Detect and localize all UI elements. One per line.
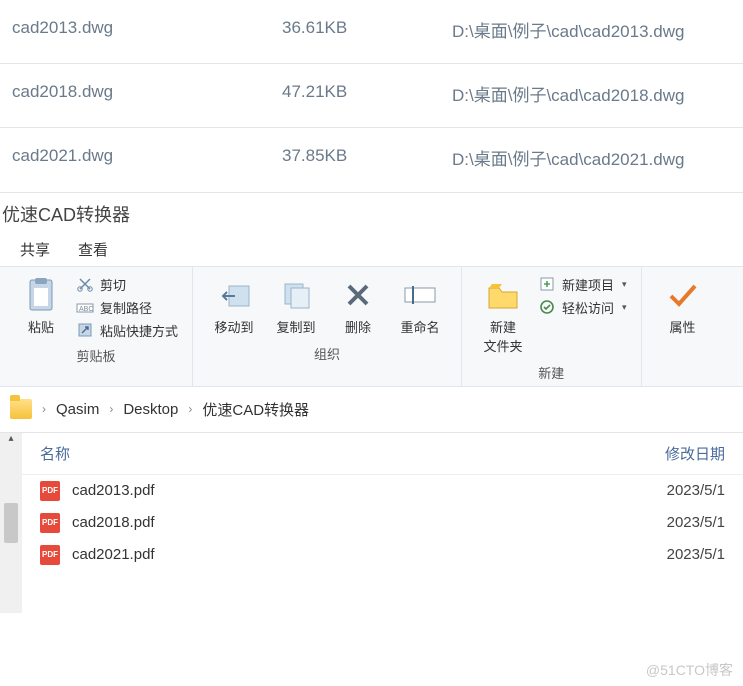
- table-row: cad2021.dwg 37.85KB D:\桌面\例子\cad\cad2021…: [0, 128, 743, 192]
- clipboard-icon: [23, 277, 59, 313]
- properties-button[interactable]: 属性: [652, 273, 714, 340]
- group-new: 新建 文件夹 新建项目▾ 轻松访问▾ 新建: [462, 267, 642, 386]
- file-size: 36.61KB: [282, 18, 452, 45]
- column-headers[interactable]: 名称 修改日期: [22, 433, 743, 475]
- folder-icon: [485, 277, 521, 313]
- file-date: 2023/5/1: [625, 546, 725, 563]
- group-label: 组织: [203, 340, 451, 365]
- file-name: cad2021.pdf: [72, 546, 625, 563]
- paste-label: 粘贴: [28, 317, 54, 336]
- easy-access-button[interactable]: 轻松访问▾: [538, 298, 627, 317]
- chevron-down-icon: ▾: [622, 302, 627, 313]
- col-name[interactable]: 名称: [40, 443, 665, 464]
- move-icon: [216, 277, 252, 313]
- easy-access-icon: [538, 298, 556, 316]
- file-name: cad2018.dwg: [12, 82, 282, 109]
- pdf-icon: PDF: [40, 513, 60, 533]
- list-item[interactable]: PDF cad2021.pdf 2023/5/1: [22, 539, 743, 571]
- cut-button[interactable]: 剪切: [76, 275, 178, 294]
- breadcrumb[interactable]: › Qasim › Desktop › 优速CAD转换器: [0, 387, 743, 432]
- chevron-down-icon: ▾: [622, 279, 627, 290]
- chevron-right-icon: ›: [188, 402, 192, 416]
- new-item-button[interactable]: 新建项目▾: [538, 275, 627, 294]
- group-label: 新建: [472, 359, 631, 384]
- file-date: 2023/5/1: [625, 514, 725, 531]
- list-item[interactable]: PDF cad2018.pdf 2023/5/1: [22, 507, 743, 539]
- tab-view[interactable]: 查看: [78, 239, 108, 260]
- breadcrumb-item[interactable]: Desktop: [123, 401, 178, 418]
- table-row: cad2013.dwg 36.61KB D:\桌面\例子\cad\cad2013…: [0, 0, 743, 64]
- copy-to-button[interactable]: 复制到: [265, 273, 327, 340]
- pdf-icon: PDF: [40, 481, 60, 501]
- breadcrumb-item[interactable]: Qasim: [56, 401, 99, 418]
- ribbon: 粘贴 剪切 ABC 复制路径 粘贴快捷方式 剪贴板: [0, 266, 743, 387]
- list-item[interactable]: PDF cad2013.pdf 2023/5/1: [22, 475, 743, 507]
- tab-share[interactable]: 共享: [20, 239, 50, 260]
- copy-icon: [278, 277, 314, 313]
- file-path: D:\桌面\例子\cad\cad2021.dwg: [452, 146, 731, 173]
- file-name: cad2013.pdf: [72, 482, 625, 499]
- rename-icon: [402, 277, 438, 313]
- group-clipboard: 粘贴 剪切 ABC 复制路径 粘贴快捷方式 剪贴板: [0, 267, 193, 386]
- scissors-icon: [76, 275, 94, 293]
- folder-icon: [10, 399, 32, 419]
- file-name: cad2021.dwg: [12, 146, 282, 173]
- pdf-icon: PDF: [40, 545, 60, 565]
- group-organize: 移动到 复制到 删除 重命名 组织: [193, 267, 462, 386]
- file-path: D:\桌面\例子\cad\cad2018.dwg: [452, 82, 731, 109]
- scroll-up-icon[interactable]: ▴: [0, 433, 22, 444]
- file-size: 47.21KB: [282, 82, 452, 109]
- check-icon: [665, 277, 701, 313]
- move-to-button[interactable]: 移动到: [203, 273, 265, 340]
- new-item-icon: [538, 275, 556, 293]
- svg-text:ABC: ABC: [79, 306, 93, 313]
- col-date[interactable]: 修改日期: [665, 443, 725, 464]
- copy-path-button[interactable]: ABC 复制路径: [76, 298, 178, 317]
- chevron-right-icon: ›: [42, 402, 46, 416]
- delete-button[interactable]: 删除: [327, 273, 389, 340]
- file-path: D:\桌面\例子\cad\cad2013.dwg: [452, 18, 731, 45]
- shortcut-icon: [76, 321, 94, 339]
- scroll-thumb[interactable]: [4, 503, 18, 543]
- paste-button[interactable]: 粘贴: [10, 273, 72, 340]
- file-name: cad2013.dwg: [12, 18, 282, 45]
- file-size: 37.85KB: [282, 146, 452, 173]
- chevron-right-icon: ›: [109, 402, 113, 416]
- path-icon: ABC: [76, 298, 94, 316]
- group-label: 剪贴板: [10, 342, 182, 367]
- rename-button[interactable]: 重命名: [389, 273, 451, 340]
- scrollbar[interactable]: ▴: [0, 433, 22, 613]
- breadcrumb-item[interactable]: 优速CAD转换器: [202, 399, 309, 420]
- table-row: cad2018.dwg 47.21KB D:\桌面\例子\cad\cad2018…: [0, 64, 743, 128]
- file-explorer: ▴ 名称 修改日期 PDF cad2013.pdf 2023/5/1 PDF c…: [0, 432, 743, 613]
- paste-shortcut-button[interactable]: 粘贴快捷方式: [76, 321, 178, 340]
- file-name: cad2018.pdf: [72, 514, 625, 531]
- window-title: 优速CAD转换器: [0, 193, 743, 231]
- file-date: 2023/5/1: [625, 482, 725, 499]
- group-properties: 属性: [642, 267, 724, 386]
- new-folder-button[interactable]: 新建 文件夹: [472, 273, 534, 359]
- ribbon-tabs: 共享 查看: [0, 231, 743, 266]
- watermark: @51CTO博客: [646, 660, 733, 680]
- source-file-table: cad2013.dwg 36.61KB D:\桌面\例子\cad\cad2013…: [0, 0, 743, 193]
- delete-icon: [340, 277, 376, 313]
